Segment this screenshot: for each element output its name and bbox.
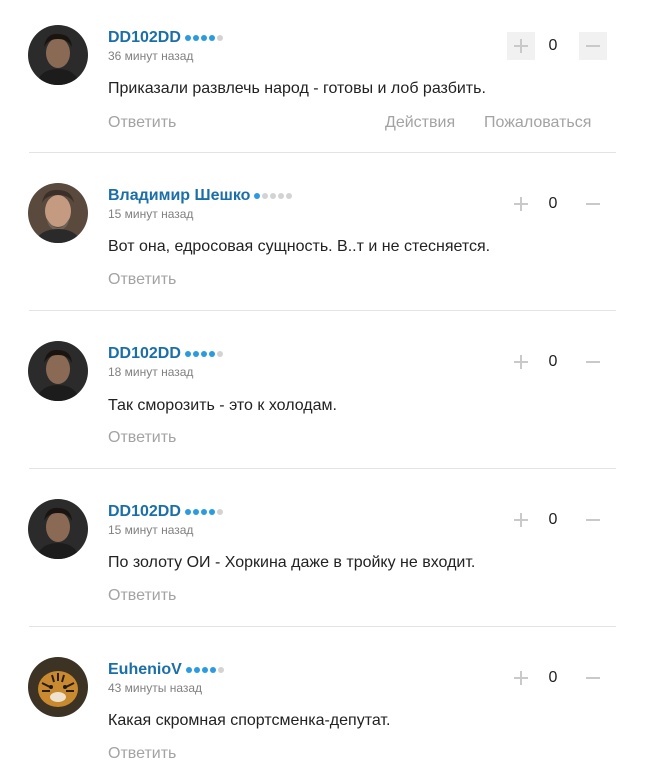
downvote-button[interactable]: [579, 190, 607, 218]
author-name[interactable]: EuhenioV: [108, 660, 226, 679]
plus-icon: [514, 671, 528, 685]
rating-dot: [216, 35, 223, 41]
comment-item: Владимир Шешко 15 минут назад 0 Вот она,…: [0, 153, 616, 310]
upvote-button[interactable]: [507, 664, 535, 692]
actions-button[interactable]: Действия: [385, 114, 455, 132]
comment-text: Так сморозить - это к холодам.: [108, 397, 337, 414]
reply-button[interactable]: Ответить: [108, 271, 176, 289]
rating-dot: [208, 351, 215, 357]
rating-dot: [208, 509, 215, 515]
comment-score: 0: [548, 37, 558, 54]
rating-dot: [192, 35, 199, 41]
rating-dot: [192, 351, 199, 357]
rating-dot: [184, 509, 191, 515]
plus-icon: [514, 197, 528, 211]
comment-item: EuhenioV 43 минуты назад 0 Какая скромна…: [0, 626, 616, 776]
rating-dot: [254, 193, 261, 199]
upvote-button[interactable]: [507, 190, 535, 218]
comment-time: 18 минут назад: [108, 365, 194, 379]
minus-icon: [586, 519, 600, 521]
plus-icon: [514, 355, 528, 369]
plus-icon: [514, 39, 528, 53]
rating-dot: [262, 193, 269, 199]
rating-dot: [216, 351, 223, 357]
author-name[interactable]: DD102DD: [108, 28, 225, 47]
rating-dot: [193, 667, 200, 673]
author-name[interactable]: Владимир Шешко: [108, 186, 294, 205]
rating-dot: [184, 35, 191, 41]
minus-icon: [586, 203, 600, 205]
rating-dot: [209, 667, 216, 673]
downvote-button[interactable]: [579, 664, 607, 692]
reply-button[interactable]: Ответить: [108, 587, 176, 605]
rating-dot: [201, 667, 208, 673]
avatar[interactable]: [28, 499, 88, 559]
upvote-button[interactable]: [507, 506, 535, 534]
rating-dot: [286, 193, 293, 199]
plus-icon: [514, 513, 528, 527]
upvote-button[interactable]: [507, 348, 535, 376]
avatar[interactable]: [28, 657, 88, 717]
rating-dot: [200, 351, 207, 357]
avatar[interactable]: [28, 25, 88, 85]
avatar[interactable]: [28, 341, 88, 401]
downvote-button[interactable]: [579, 348, 607, 376]
comment-item: DD102DD 15 минут назад 0 По золоту ОИ - …: [0, 468, 616, 626]
author-name[interactable]: DD102DD: [108, 502, 225, 521]
rating-dot: [184, 351, 191, 357]
comment-text: Вот она, едросовая сущность. В..т и не с…: [108, 238, 491, 255]
reply-button[interactable]: Ответить: [108, 745, 176, 763]
rating-dot: [208, 35, 215, 41]
rating-dot: [200, 509, 207, 515]
comment-text: Приказали развлечь народ - готовы и лоб …: [108, 80, 486, 97]
comment-time: 15 минут назад: [108, 523, 194, 537]
user-rating: [184, 344, 225, 362]
comment-time: 36 минут назад: [108, 49, 194, 63]
upvote-button[interactable]: [507, 32, 535, 60]
rating-dot: [270, 193, 277, 199]
comment-score: 0: [548, 511, 558, 528]
minus-icon: [586, 361, 600, 363]
avatar[interactable]: [28, 183, 88, 243]
comment-time: 43 минуты назад: [108, 681, 203, 695]
comment-score: 0: [548, 669, 558, 686]
downvote-button[interactable]: [579, 32, 607, 60]
rating-dot: [217, 667, 224, 673]
rating-dot: [185, 667, 192, 673]
rating-dot: [192, 509, 199, 515]
user-rating: [254, 186, 294, 204]
user-rating: [184, 502, 225, 520]
report-button[interactable]: Пожаловаться: [484, 114, 591, 132]
reply-button[interactable]: Ответить: [108, 429, 176, 447]
rating-dot: [216, 509, 223, 515]
downvote-button[interactable]: [579, 506, 607, 534]
reply-button[interactable]: Ответить: [108, 114, 176, 132]
comment-score: 0: [548, 353, 558, 370]
user-rating: [185, 660, 226, 678]
comment-item: DD102DD 36 минут назад 0 Приказали развл…: [0, 0, 616, 153]
author-name[interactable]: DD102DD: [108, 344, 225, 363]
comment-item: DD102DD 18 минут назад 0 Так сморозить -…: [0, 310, 616, 468]
minus-icon: [586, 45, 600, 47]
rating-dot: [278, 193, 285, 199]
comment-score: 0: [548, 195, 558, 212]
rating-dot: [200, 35, 207, 41]
user-rating: [184, 28, 225, 46]
minus-icon: [586, 677, 600, 679]
comment-text: По золоту ОИ - Хоркина даже в тройку не …: [108, 554, 476, 571]
comment-text: Какая скромная спортсменка-депутат.: [108, 712, 391, 729]
comment-time: 15 минут назад: [108, 207, 194, 221]
